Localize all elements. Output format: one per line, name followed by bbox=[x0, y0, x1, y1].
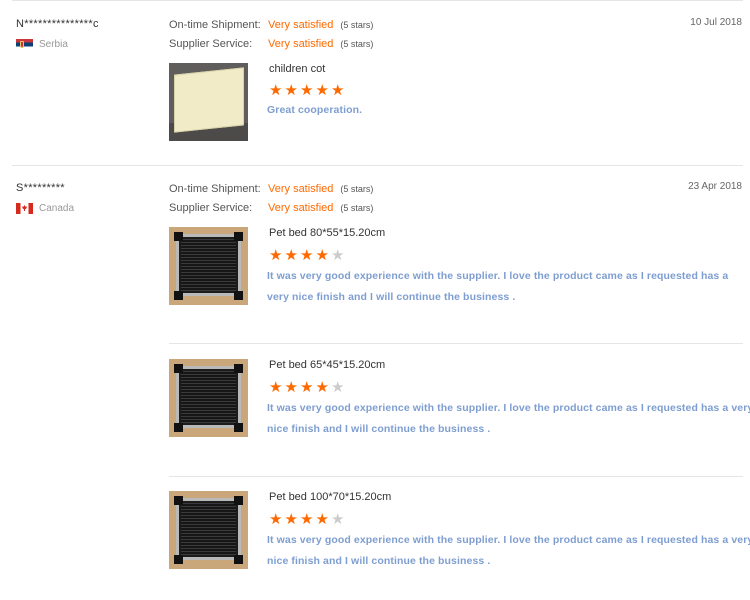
reviewer-info: S********* Canada bbox=[16, 182, 74, 214]
star-filled-icon: ★ bbox=[284, 247, 298, 264]
star-empty-icon: ★ bbox=[331, 511, 345, 528]
star-filled-icon: ★ bbox=[284, 379, 298, 396]
product-star-rating: ★ ★ ★ ★ ★ bbox=[269, 83, 347, 98]
product-thumbnail[interactable] bbox=[169, 359, 248, 437]
service-label: Supplier Service: bbox=[169, 37, 253, 50]
star-filled-icon: ★ bbox=[300, 247, 314, 264]
star-filled-icon: ★ bbox=[269, 82, 283, 99]
shipment-value: Very satisfied bbox=[268, 18, 334, 31]
star-filled-icon: ★ bbox=[315, 379, 329, 396]
shipment-value: Very satisfied bbox=[268, 182, 334, 195]
top-divider bbox=[12, 0, 743, 1]
review-comment: It was very good experience with the sup… bbox=[267, 398, 750, 440]
product-star-rating: ★ ★ ★ ★ ★ bbox=[269, 248, 347, 263]
review-comment-line: nice finish and I will continue the busi… bbox=[267, 555, 491, 567]
product-name[interactable]: Pet bed 100*70*15.20cm bbox=[269, 491, 391, 503]
product-divider bbox=[169, 343, 743, 344]
review-comment-line: It was very good experience with the sup… bbox=[267, 402, 750, 414]
product-star-rating: ★ ★ ★ ★ ★ bbox=[269, 512, 347, 527]
product-thumbnail[interactable] bbox=[169, 63, 248, 141]
product-divider bbox=[169, 476, 743, 477]
shipment-rating: On-time Shipment: Very satisfied (5 star… bbox=[169, 179, 373, 198]
star-empty-icon: ★ bbox=[331, 379, 345, 396]
review-comment-line: It was very good experience with the sup… bbox=[267, 534, 750, 546]
country-name: Canada bbox=[39, 203, 75, 214]
service-stars-text: (5 stars) bbox=[340, 38, 374, 49]
star-filled-icon: ★ bbox=[284, 82, 298, 99]
star-filled-icon: ★ bbox=[284, 511, 298, 528]
review-comment-line: nice finish and I will continue the busi… bbox=[267, 423, 491, 435]
service-value: Very satisfied bbox=[268, 201, 334, 214]
shipment-stars-text: (5 stars) bbox=[340, 19, 374, 30]
shipment-stars-text: (5 stars) bbox=[340, 183, 374, 194]
product-thumbnail[interactable] bbox=[169, 227, 248, 305]
product-thumbnail[interactable] bbox=[169, 491, 248, 569]
service-stars-text: (5 stars) bbox=[340, 202, 374, 213]
review-comment-line: It was very good experience with the sup… bbox=[267, 270, 729, 282]
product-star-rating: ★ ★ ★ ★ ★ bbox=[269, 380, 347, 395]
review-comment: Great cooperation. bbox=[267, 100, 362, 121]
product-name[interactable]: Pet bed 65*45*15.20cm bbox=[269, 359, 385, 371]
star-empty-icon: ★ bbox=[331, 247, 345, 264]
supplier-ratings: On-time Shipment: Very satisfied (5 star… bbox=[169, 179, 373, 217]
review-comment-line: very nice finish and I will continue the… bbox=[267, 291, 516, 303]
star-filled-icon: ★ bbox=[315, 247, 329, 264]
star-filled-icon: ★ bbox=[300, 82, 314, 99]
service-rating: Supplier Service: Very satisfied (5 star… bbox=[169, 34, 373, 53]
review-comment-line: Great cooperation. bbox=[267, 104, 363, 116]
review-date: 23 Apr 2018 bbox=[688, 181, 742, 192]
shipment-label: On-time Shipment: bbox=[169, 182, 261, 195]
star-filled-icon: ★ bbox=[331, 82, 345, 99]
serbia-flag-icon bbox=[16, 39, 33, 50]
review-date: 10 Jul 2018 bbox=[690, 17, 742, 28]
product-name[interactable]: children cot bbox=[269, 63, 325, 75]
star-filled-icon: ★ bbox=[269, 379, 283, 396]
reviewer-info: N***************c Serbia bbox=[16, 18, 99, 50]
service-label: Supplier Service: bbox=[169, 201, 253, 214]
country-name: Serbia bbox=[39, 39, 68, 50]
star-filled-icon: ★ bbox=[269, 511, 283, 528]
star-filled-icon: ★ bbox=[300, 379, 314, 396]
shipment-label: On-time Shipment: bbox=[169, 18, 261, 31]
star-filled-icon: ★ bbox=[269, 247, 283, 264]
star-filled-icon: ★ bbox=[300, 511, 314, 528]
reviewer-name: N***************c bbox=[16, 18, 99, 30]
service-value: Very satisfied bbox=[268, 37, 334, 50]
service-rating: Supplier Service: Very satisfied (5 star… bbox=[169, 198, 373, 217]
product-name[interactable]: Pet bed 80*55*15.20cm bbox=[269, 227, 385, 239]
reviewer-country: Serbia bbox=[16, 39, 68, 50]
shipment-rating: On-time Shipment: Very satisfied (5 star… bbox=[169, 15, 373, 34]
review-comment: It was very good experience with the sup… bbox=[267, 530, 750, 572]
supplier-ratings: On-time Shipment: Very satisfied (5 star… bbox=[169, 15, 373, 53]
star-filled-icon: ★ bbox=[315, 82, 329, 99]
star-filled-icon: ★ bbox=[315, 511, 329, 528]
review-comment: It was very good experience with the sup… bbox=[267, 266, 728, 308]
canada-flag-icon bbox=[16, 203, 33, 214]
review-divider bbox=[12, 165, 743, 166]
reviewer-name: S********* bbox=[16, 182, 65, 194]
reviewer-country: Canada bbox=[16, 203, 74, 214]
